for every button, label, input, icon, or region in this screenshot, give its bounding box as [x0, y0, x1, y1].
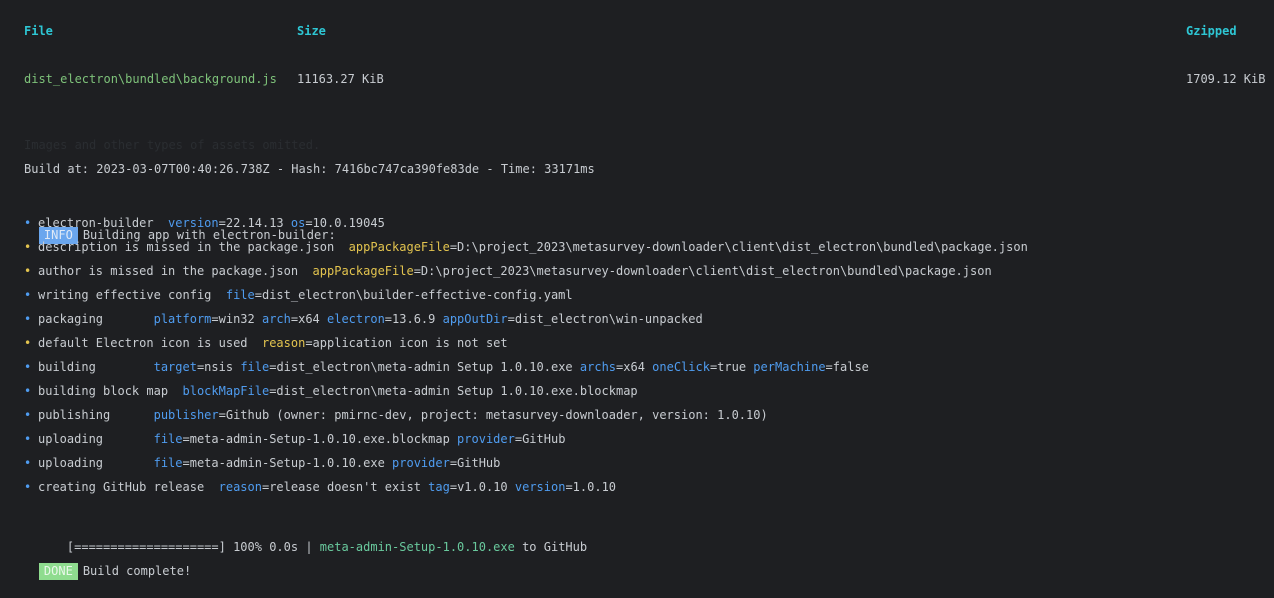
step-line: • building block map blockMapFile=dist_el… — [0, 382, 1274, 400]
done-line: DONE Build complete! — [0, 526, 1274, 580]
param-value: =dist_electron\win-unpacked — [507, 312, 703, 326]
step-line: • author is missed in the package.json ap… — [0, 262, 1274, 280]
step-label: building — [38, 360, 154, 374]
param-value: =Github (owner: pmirnc-dev, project: met… — [218, 408, 768, 422]
param-key: arch — [261, 312, 291, 326]
bullet-icon: • — [24, 408, 32, 422]
header-gzipped: Gzipped — [1186, 24, 1237, 38]
param-value: =13.6.9 — [384, 312, 443, 326]
step-line: • uploading file=meta-admin-Setup-1.0.10.… — [0, 430, 1274, 448]
done-badge: DONE — [38, 563, 78, 580]
bullet-icon: • — [24, 216, 32, 230]
param-key: reason — [218, 480, 262, 494]
step-line: • uploading file=meta-admin-Setup-1.0.10.… — [0, 454, 1274, 472]
header-file: File — [24, 24, 53, 38]
step-label: author is missed in the package.json — [38, 264, 313, 278]
step-line: • electron-builder version=22.14.13 os=10… — [0, 214, 1274, 232]
step-label: default Electron icon is used — [38, 336, 262, 350]
step-line: • creating GitHub release reason=release … — [0, 478, 1274, 496]
param-value: =x64 — [616, 360, 653, 374]
param-key: version — [168, 216, 219, 230]
assets-note: Images and other types of assets omitted… — [24, 138, 321, 152]
bullet-icon: • — [24, 480, 32, 494]
param-key: provider — [457, 432, 515, 446]
bullet-icon: • — [24, 288, 32, 302]
param-key: file — [153, 432, 183, 446]
param-key: archs — [579, 360, 617, 374]
bullet-icon: • — [24, 312, 32, 326]
param-key: appPackageFile — [348, 240, 450, 254]
step-label: uploading — [38, 432, 154, 446]
param-value: =dist_electron\meta-admin Setup 1.0.10.e… — [269, 360, 580, 374]
param-key: reason — [261, 336, 306, 350]
param-key: tag — [428, 480, 450, 494]
step-line: • description is missed in the package.js… — [0, 238, 1274, 256]
param-key: os — [290, 216, 306, 230]
step-label: uploading — [38, 456, 154, 470]
param-value: =meta-admin-Setup-1.0.10.exe.blockmap — [182, 432, 458, 446]
param-value: =meta-admin-Setup-1.0.10.exe — [182, 456, 393, 470]
done-message: Build complete! — [82, 564, 192, 578]
param-value: =1.0.10 — [565, 480, 617, 494]
bullet-icon: • — [24, 360, 32, 374]
step-label: description is missed in the package.jso… — [38, 240, 349, 254]
param-key: file — [240, 360, 270, 374]
bullet-icon: • — [24, 432, 32, 446]
param-value: =22.14.13 — [218, 216, 291, 230]
bullet-icon: • — [24, 456, 32, 470]
param-value: =x64 — [290, 312, 327, 326]
param-key: version — [514, 480, 566, 494]
param-value: =win32 — [211, 312, 262, 326]
bullet-icon: • — [24, 240, 32, 254]
param-key: publisher — [153, 408, 219, 422]
param-value: =false — [825, 360, 869, 374]
header-size: Size — [297, 24, 326, 38]
param-value: =10.0.19045 — [305, 216, 385, 230]
param-value: =true — [709, 360, 754, 374]
bullet-icon: • — [24, 336, 32, 350]
param-value: =GitHub — [514, 432, 566, 446]
param-value: =D:\project_2023\metasurvey-downloader\c… — [413, 264, 992, 278]
param-key: appOutDir — [442, 312, 508, 326]
param-key: file — [153, 456, 183, 470]
file-size: 11163.27 KiB — [297, 72, 384, 86]
param-key: file — [225, 288, 255, 302]
step-label: creating GitHub release — [38, 480, 219, 494]
param-key: platform — [153, 312, 212, 326]
step-line: • publishing publisher=Github (owner: pmi… — [0, 406, 1274, 424]
param-value: =dist_electron\meta-admin Setup 1.0.10.e… — [269, 384, 638, 398]
step-label: electron-builder — [38, 216, 169, 230]
param-key: electron — [327, 312, 385, 326]
param-key: target — [153, 360, 197, 374]
param-value: =D:\project_2023\metasurvey-downloader\c… — [449, 240, 1028, 254]
step-label: writing effective config — [38, 288, 226, 302]
param-key: perMachine — [753, 360, 826, 374]
param-value: =dist_electron\builder-effective-config.… — [254, 288, 573, 302]
progress-line: [====================] 100% 0.0s | meta-… — [0, 502, 1274, 554]
step-label: building block map — [38, 384, 183, 398]
param-key: provider — [392, 456, 450, 470]
step-line: • building target=nsis file=dist_electron… — [0, 358, 1274, 376]
param-key: blockMapFile — [182, 384, 270, 398]
param-key: appPackageFile — [312, 264, 414, 278]
file-gzipped: 1709.12 KiB — [1186, 72, 1266, 86]
build-info-line: Build at: 2023-03-07T00:40:26.738Z - Has… — [24, 162, 595, 176]
file-name: dist_electron\bundled\background.js — [24, 72, 277, 86]
param-value: =GitHub — [449, 456, 501, 470]
param-key: oneClick — [652, 360, 710, 374]
param-value: =application icon is not set — [305, 336, 508, 350]
param-value: =nsis — [196, 360, 241, 374]
step-line: • default Electron icon is used reason=ap… — [0, 334, 1274, 352]
bullet-icon: • — [24, 384, 32, 398]
bullet-icon: • — [24, 264, 32, 278]
table-row: dist_electron\bundled\background.js 1116… — [0, 70, 1274, 88]
param-value: =v1.0.10 — [449, 480, 515, 494]
info-line: INFO Building app with electron-builder: — [0, 190, 1274, 244]
step-label: packaging — [38, 312, 154, 326]
step-line: • writing effective config file=dist_elec… — [0, 286, 1274, 304]
step-label: publishing — [38, 408, 154, 422]
param-value: =release doesn't exist — [261, 480, 429, 494]
table-header: File Size Gzipped — [0, 22, 1274, 40]
step-line: • packaging platform=win32 arch=x64 elect… — [0, 310, 1274, 328]
